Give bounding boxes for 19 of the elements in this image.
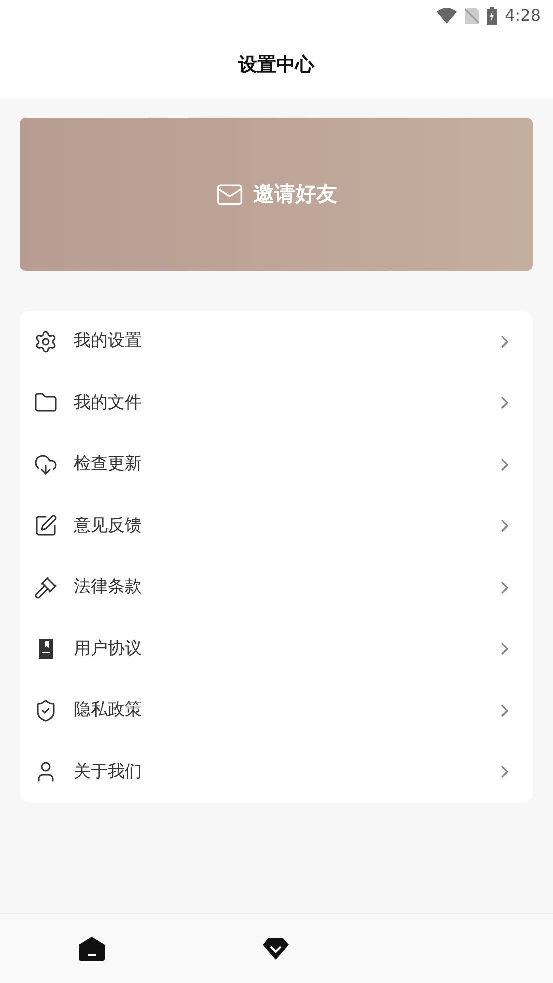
menu-item[interactable]: 关于我们: [20, 742, 533, 803]
cloud-icon: [34, 452, 58, 477]
battery-icon: [487, 7, 498, 25]
gavel-icon: [34, 576, 58, 600]
diamond-icon[interactable]: [263, 938, 290, 960]
menu-item[interactable]: 意见反馈: [20, 496, 533, 557]
menu-item[interactable]: 检查更新: [20, 434, 533, 496]
menu-item[interactable]: 法律条款: [20, 557, 533, 618]
home-icon[interactable]: [79, 936, 106, 960]
status-time: 4:28: [505, 5, 541, 27]
menu-item[interactable]: 隐私政策: [20, 680, 533, 742]
menu-item[interactable]: 我的文件: [20, 372, 533, 434]
page-title: 设置中心: [238, 52, 314, 78]
edit-icon: [34, 514, 58, 538]
menu-item[interactable]: 用户协议: [20, 618, 533, 680]
gear-icon: [34, 330, 58, 354]
wifi-icon: [437, 8, 458, 24]
no-sim-icon: [465, 8, 480, 24]
menu-item[interactable]: 我的设置: [20, 311, 533, 372]
